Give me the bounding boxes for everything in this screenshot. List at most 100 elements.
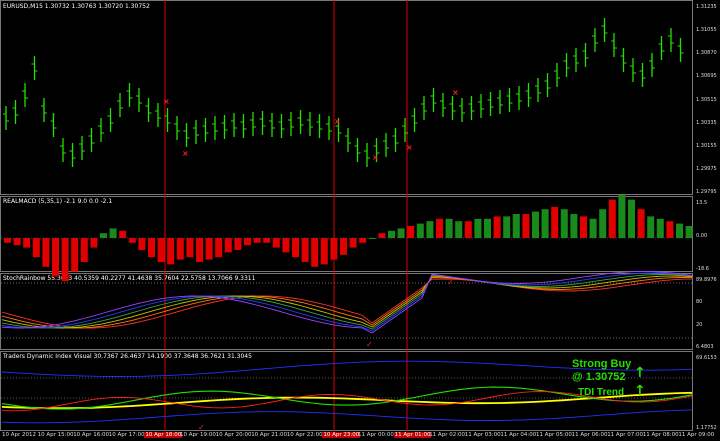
time-label: 11 Apr 09:00 xyxy=(678,432,715,438)
time-label: 11 Apr 07:00 xyxy=(607,432,644,438)
macd-bar xyxy=(340,238,347,255)
time-label: 10 Apr 17:00 xyxy=(108,432,145,438)
red-x-marker: × xyxy=(452,88,459,97)
macd-bar xyxy=(618,194,626,238)
macd-bar xyxy=(109,228,117,238)
macd-bar xyxy=(311,238,319,267)
macd-bar xyxy=(272,238,280,248)
time-label: 10 Apr 19:00 xyxy=(180,432,216,438)
macd-bar xyxy=(119,230,127,238)
macd-bar xyxy=(186,238,194,258)
macd-bar xyxy=(589,218,597,238)
time-label: 10 Apr 18:00 xyxy=(144,432,183,438)
macd-bar xyxy=(330,238,338,260)
time-label: 10 Apr 22:00 xyxy=(286,432,323,438)
macd-bar xyxy=(292,238,299,258)
macd-bar xyxy=(676,223,683,238)
macd-bar xyxy=(128,238,136,243)
macd-bar xyxy=(503,216,511,238)
macd-bar xyxy=(378,233,386,238)
macd-bar xyxy=(205,238,213,260)
time-label: 10 Apr 15:00 xyxy=(37,432,74,438)
macd-bar xyxy=(416,223,424,238)
macd-bar xyxy=(522,214,530,238)
time-label: 11 Apr 04:00 xyxy=(500,432,537,438)
macd-bar xyxy=(532,211,539,238)
macd-bar xyxy=(368,238,376,239)
macd-bar xyxy=(138,238,146,250)
time-label: 11 Apr 08:00 xyxy=(642,432,679,438)
macd-bar xyxy=(13,238,21,246)
macd-bar xyxy=(628,199,635,238)
time-label: 11 Apr 00:00 xyxy=(358,432,394,438)
macd-bar xyxy=(301,238,309,262)
macd-bar xyxy=(666,221,674,238)
macd-bar xyxy=(512,214,520,238)
macd-bar xyxy=(570,214,578,238)
macd-bar xyxy=(349,238,357,248)
time-label: 10 Apr 21:00 xyxy=(251,432,288,438)
macd-bar xyxy=(397,228,405,238)
stoch-line xyxy=(1,274,693,330)
macd-bar xyxy=(100,233,107,238)
macd-bar xyxy=(176,238,184,260)
macd-bar xyxy=(234,238,242,250)
macd-bar xyxy=(90,238,98,248)
macd-bar xyxy=(42,238,50,267)
macd-bar xyxy=(551,206,559,238)
time-axis: 10 Apr 2012 10 Apr 15:00 10 Apr 16:00 10 Ap… xyxy=(0,431,720,441)
stoch-line xyxy=(1,278,693,329)
arrow-up-icon: ↑ xyxy=(634,365,646,381)
macd-bar xyxy=(61,238,69,282)
macd-bar xyxy=(484,218,491,238)
macd-bar xyxy=(407,226,415,238)
red-x-marker: × xyxy=(334,117,341,126)
macd-bar xyxy=(71,238,79,272)
macd-bar xyxy=(224,238,232,253)
time-label: 10 Apr 16:00 xyxy=(73,432,110,438)
macd-bar xyxy=(263,238,271,243)
time-label: 11 Apr 02:00 xyxy=(429,432,466,438)
macd-bar xyxy=(580,216,587,238)
macd-bar xyxy=(167,238,175,265)
macd-bar xyxy=(560,209,568,238)
macd-bar xyxy=(4,238,11,243)
macd-bar xyxy=(656,218,664,238)
macd-bar xyxy=(493,216,501,238)
red-x-marker: × xyxy=(182,149,189,158)
time-label: 11 Apr 03:00 xyxy=(464,432,501,438)
tdi-trend-label: TDI Trend xyxy=(578,387,625,398)
red-x-marker: × xyxy=(406,143,413,152)
time-label: 10 Apr 2012 xyxy=(2,432,37,438)
time-label: 11 Apr 01:00 xyxy=(393,432,432,438)
time-label: 10 Apr 20:00 xyxy=(215,432,252,438)
macd-bar xyxy=(282,238,290,253)
macd-bar xyxy=(599,209,607,238)
macd-bar xyxy=(32,238,40,258)
tdi-lower-band xyxy=(1,409,693,424)
macd-bar xyxy=(320,238,328,265)
macd-bar xyxy=(359,238,367,243)
strong-buy-label: Strong Buy xyxy=(572,358,632,370)
stoch-line xyxy=(1,271,693,334)
macd-bar xyxy=(647,216,655,238)
macd-bar xyxy=(685,226,693,238)
buy-price-label: @ 1.30752 xyxy=(572,371,626,383)
time-label: 10 Apr 23:00 xyxy=(322,432,361,438)
macd-bar xyxy=(52,238,59,277)
red-x-marker: × xyxy=(163,97,170,106)
macd-bar xyxy=(608,199,616,238)
macd-bar xyxy=(244,238,251,246)
macd-bar xyxy=(637,209,645,238)
macd-bar xyxy=(196,238,203,262)
red-check-marker: ✓ xyxy=(447,278,454,287)
macd-bar xyxy=(157,238,165,262)
macd-bar xyxy=(445,218,453,238)
macd-bar xyxy=(215,238,223,258)
red-check-marker: ✓ xyxy=(366,340,373,349)
macd-bar xyxy=(426,221,434,238)
macd-bar xyxy=(253,238,261,243)
macd-bar xyxy=(80,238,88,262)
red-x-marker: × xyxy=(372,153,379,162)
macd-bar xyxy=(464,221,472,238)
